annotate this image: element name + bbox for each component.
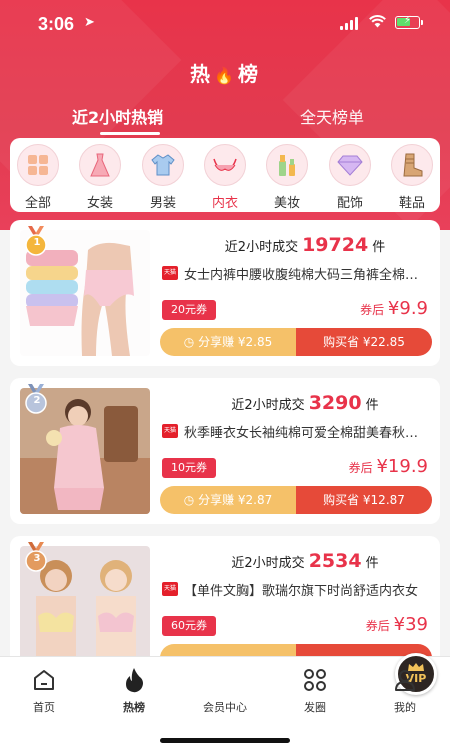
category-mens[interactable]: 男装 bbox=[137, 144, 189, 211]
tmall-badge: 天猫 bbox=[162, 582, 178, 596]
tab-bar: 近2小时热销 全天榜单 bbox=[0, 100, 450, 136]
tab-underline bbox=[100, 132, 160, 135]
tmall-badge: 天猫 bbox=[162, 424, 178, 438]
home-icon bbox=[9, 667, 79, 693]
coupon-badge: 10元券 bbox=[162, 458, 216, 478]
flame-icon: 🔥 bbox=[214, 66, 236, 85]
cosmetics-icon bbox=[266, 144, 308, 186]
share-earn-button[interactable]: ◷ 分享赚 ¥2.87 bbox=[160, 486, 296, 514]
action-buttons: ◷ 分享赚 ¥2.85 购买省 ¥22.85 bbox=[160, 328, 432, 356]
tmall-badge: 天猫 bbox=[162, 266, 178, 280]
shirt-icon bbox=[142, 144, 184, 186]
signal-icon bbox=[340, 17, 360, 30]
share-icon: ◷ bbox=[183, 335, 199, 349]
diamond-icon bbox=[329, 144, 371, 186]
nav-profile[interactable]: 我的 bbox=[370, 667, 440, 715]
share-earn-button[interactable]: ◷ 分享赚 ¥2.85 bbox=[160, 328, 296, 356]
dress-icon bbox=[79, 144, 121, 186]
wifi-icon bbox=[369, 14, 386, 32]
rank-number: 2 bbox=[33, 395, 41, 406]
nav-moments[interactable]: 发圈 bbox=[280, 667, 350, 715]
sales-count: 近2小时成交 3290 件 bbox=[231, 392, 379, 414]
category-bar: 全部 女装 男装 内衣 美妆 配饰 鞋品 bbox=[10, 138, 440, 212]
category-shoes[interactable]: 鞋品 bbox=[386, 144, 438, 211]
tab-all-day[interactable]: 全天榜单 bbox=[300, 104, 364, 128]
price-after-coupon: 券后 ¥9.9 bbox=[360, 298, 428, 319]
category-beauty[interactable]: 美妆 bbox=[261, 144, 313, 211]
product-card[interactable]: 2 近2小时成交 3290 件 天猫 秋季睡衣女长袖纯棉可爱全棉甜美春秋家居服 10… bbox=[10, 378, 440, 524]
four-circles-icon bbox=[280, 667, 350, 693]
price-after-coupon: 券后 ¥39 bbox=[365, 614, 428, 635]
category-womens[interactable]: 女装 bbox=[74, 144, 126, 211]
user-icon bbox=[370, 667, 440, 693]
sales-count: 近2小时成交 2534 件 bbox=[231, 550, 379, 572]
buy-save-button[interactable]: 购买省 ¥12.87 bbox=[296, 486, 432, 514]
tab-2hour-hot[interactable]: 近2小时热销 bbox=[72, 104, 163, 128]
category-accessories[interactable]: 配饰 bbox=[324, 144, 376, 211]
buy-save-button[interactable]: 购买省 ¥22.85 bbox=[296, 328, 432, 356]
status-bar: 3:06 ➤ ⚡ bbox=[0, 0, 450, 44]
nav-home[interactable]: 首页 bbox=[9, 667, 79, 715]
bottom-nav: 首页 热榜 VIP 会员中心 发圈 我的 bbox=[0, 653, 450, 750]
action-buttons: ◷ 分享赚 ¥2.87 购买省 ¥12.87 bbox=[160, 486, 432, 514]
boot-icon bbox=[391, 144, 433, 186]
location-arrow-icon: ➤ bbox=[84, 15, 95, 30]
product-name[interactable]: 【单件文胸】歌瑞尔旗下时尚舒适内衣女 bbox=[184, 580, 430, 599]
category-all[interactable]: 全部 bbox=[12, 144, 64, 211]
share-icon: ◷ bbox=[183, 493, 199, 507]
product-name[interactable]: 女士内裤中腰收腹纯棉大码三角裤全棉女士内裤 bbox=[184, 264, 430, 283]
battery-icon: ⚡ bbox=[395, 15, 423, 29]
nav-vip-center[interactable]: VIP 会员中心 bbox=[190, 653, 437, 715]
grid-icon bbox=[17, 144, 59, 186]
nav-hot[interactable]: 热榜 bbox=[99, 667, 169, 715]
flame-icon bbox=[99, 667, 169, 693]
sales-count: 近2小时成交 19724 件 bbox=[224, 234, 386, 256]
product-name[interactable]: 秋季睡衣女长袖纯棉可爱全棉甜美春秋家居服 bbox=[184, 422, 430, 441]
rank-number: 3 bbox=[33, 553, 41, 564]
bra-icon bbox=[204, 144, 246, 186]
coupon-badge: 60元券 bbox=[162, 616, 216, 636]
page-title: 热 🔥 榜 bbox=[190, 62, 260, 86]
home-indicator bbox=[160, 738, 290, 743]
status-time: 3:06 bbox=[38, 14, 75, 34]
product-card[interactable]: 1 近2小时成交 19724 件 天猫 女士内裤中腰收腹纯棉大码三角裤全棉女士内裤 … bbox=[10, 220, 440, 366]
coupon-badge: 20元券 bbox=[162, 300, 216, 320]
price-after-coupon: 券后 ¥19.9 bbox=[348, 456, 428, 477]
rank-number: 1 bbox=[33, 237, 41, 248]
category-underwear[interactable]: 内衣 bbox=[199, 144, 251, 211]
